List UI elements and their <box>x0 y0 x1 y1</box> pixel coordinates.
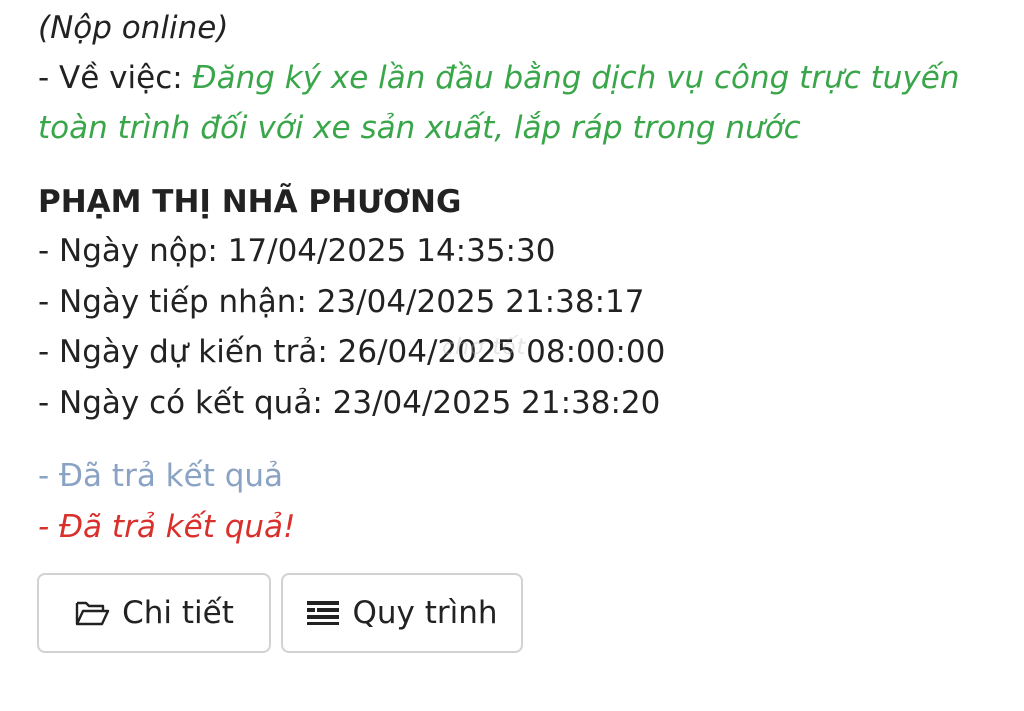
date-submitted: - Ngày nộp: 17/04/2025 14:35:30 <box>38 233 556 269</box>
process-button[interactable]: Quy trình <box>281 573 523 653</box>
subject-line: - Về việc: Đăng ký xe lần đầu bằng dịch … <box>38 58 960 98</box>
submission-mode: (Nộp online) <box>38 10 229 46</box>
date-received: - Ngày tiếp nhận: 23/04/2025 21:38:17 <box>38 284 645 320</box>
status-returned: - Đã trả kết quả! <box>38 509 296 545</box>
date-expected-return: - Ngày dự kiến trả: 26/04/2025 08:00:00 <box>38 334 666 370</box>
applicant-name: PHẠM THỊ NHÃ PHƯƠNG <box>38 184 462 220</box>
folder-open-icon <box>74 599 110 627</box>
process-button-label: Quy trình <box>352 595 498 631</box>
status-muted: - Đã trả kết quả <box>38 458 284 494</box>
list-bars-icon <box>306 599 340 627</box>
subject-prefix: - Về việc: <box>38 60 193 96</box>
subject-text-1: Đăng ký xe lần đầu bằng dịch vụ công trự… <box>192 60 960 96</box>
subject-text-2: toàn trình đối với xe sản xuất, lắp ráp … <box>38 110 801 146</box>
watermark: chợ tốt <box>442 335 527 360</box>
detail-button[interactable]: Chi tiết <box>37 573 271 653</box>
detail-button-label: Chi tiết <box>122 595 234 631</box>
date-result: - Ngày có kết quả: 23/04/2025 21:38:20 <box>38 385 661 421</box>
